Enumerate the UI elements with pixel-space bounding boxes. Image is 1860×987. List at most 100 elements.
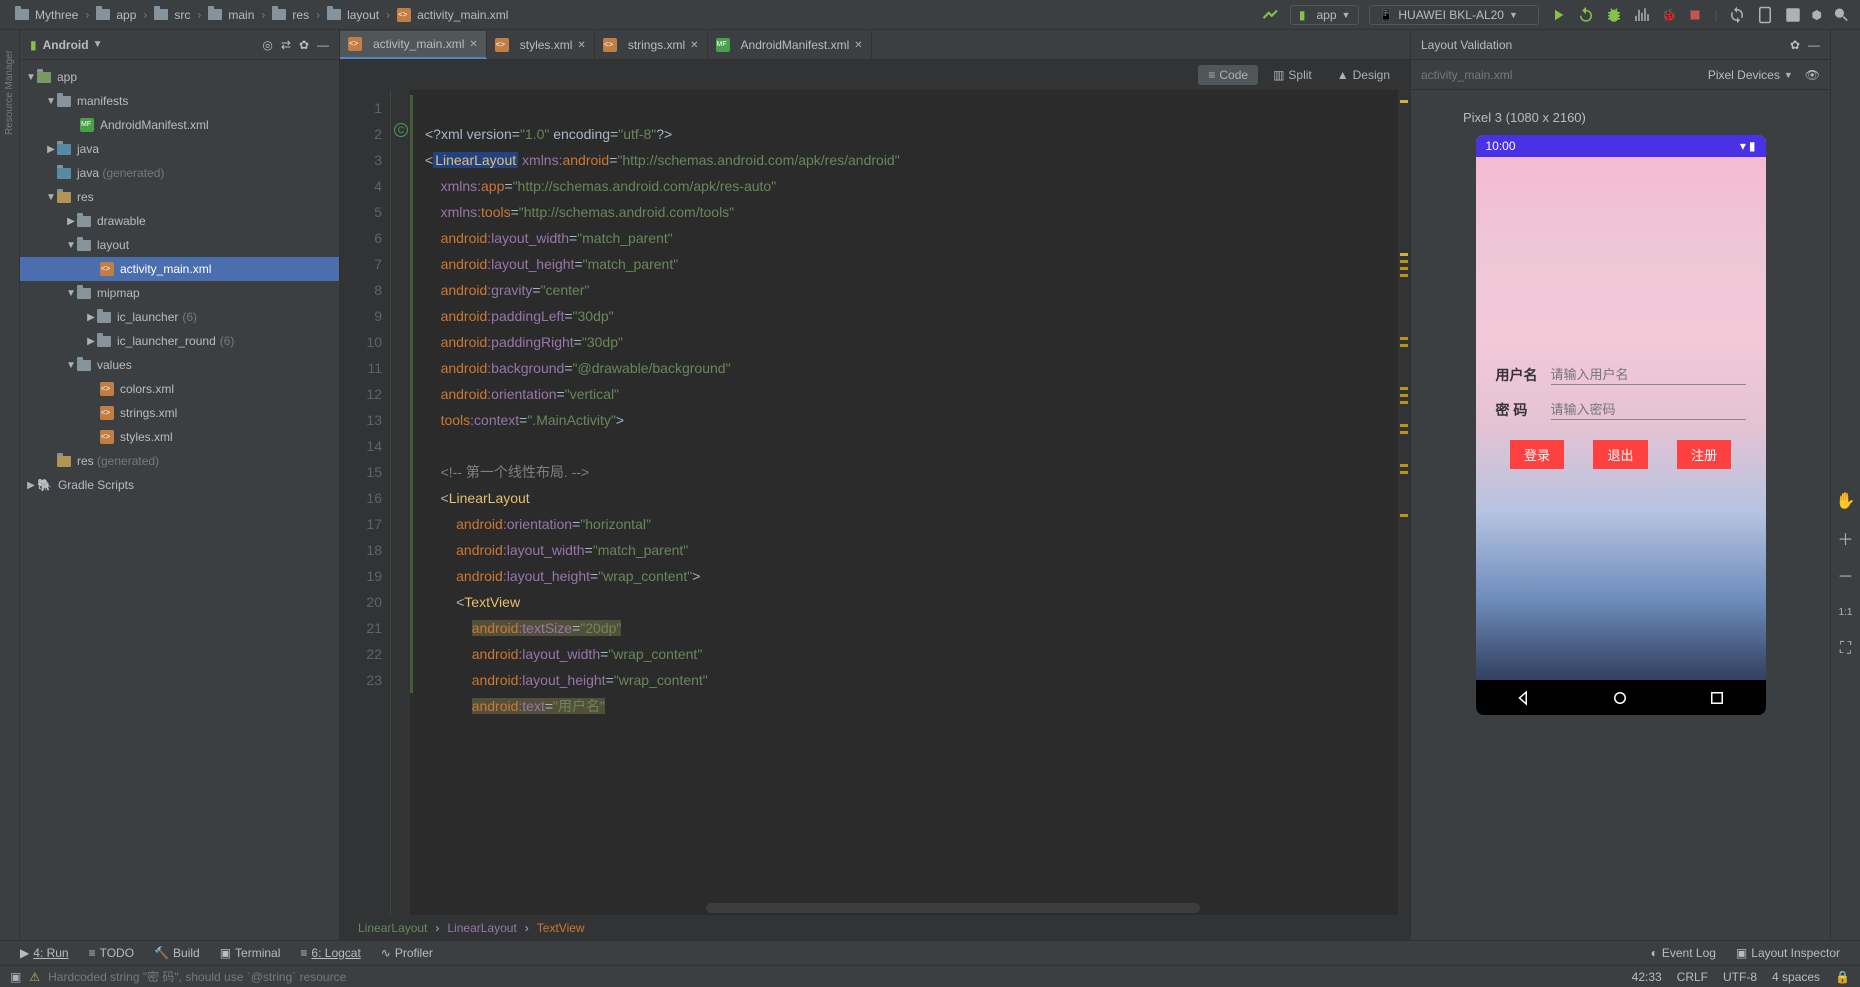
apply-changes-icon[interactable]: [1577, 6, 1595, 24]
password-input[interactable]: [1551, 400, 1746, 420]
chevron-down-icon[interactable]: ▼: [93, 39, 103, 50]
bc-linearlayout-2[interactable]: LinearLayout: [439, 921, 524, 935]
zoom-fit-icon[interactable]: 1:1: [1835, 601, 1857, 623]
build-tab[interactable]: 🔨 Build: [144, 946, 210, 960]
code-content[interactable]: <?xml version="1.0" encoding="utf-8"?> <…: [410, 90, 1398, 915]
tree-styles[interactable]: styles.xml: [20, 425, 339, 449]
crumb-res[interactable]: res: [267, 8, 314, 22]
line-gutter: 1234567891011121314151617181920212223: [340, 90, 390, 915]
code-view-button[interactable]: ≡ Code: [1198, 65, 1258, 85]
back-icon[interactable]: [1515, 689, 1533, 707]
crumb-layout[interactable]: layout: [322, 8, 384, 22]
tree-res-generated[interactable]: res (generated): [20, 449, 339, 473]
tree-java-generated[interactable]: java (generated): [20, 161, 339, 185]
event-log-tab[interactable]: ◐ Event Log: [1641, 946, 1726, 960]
crumb-src[interactable]: src: [149, 8, 195, 22]
file-encoding[interactable]: UTF-8: [1723, 970, 1757, 984]
sdk-icon[interactable]: [1784, 6, 1802, 24]
split-view-button[interactable]: ▥ Split: [1263, 65, 1322, 85]
error-stripe[interactable]: [1398, 90, 1410, 915]
run-tab[interactable]: ▶ 4: Run: [10, 946, 79, 960]
right-panel-title: Layout Validation: [1421, 38, 1512, 52]
zoom-in-icon[interactable]: ＋: [1835, 527, 1857, 549]
crumb-project[interactable]: Mythree: [10, 8, 83, 22]
home-icon[interactable]: [1611, 689, 1629, 707]
tree-values[interactable]: ▼values: [20, 353, 339, 377]
eye-icon[interactable]: 👁: [1793, 68, 1820, 82]
profiler-icon[interactable]: [1633, 6, 1651, 24]
tree-gradle[interactable]: ▶🐘Gradle Scripts: [20, 473, 339, 497]
gutter-icons: C: [390, 90, 410, 915]
logcat-tab[interactable]: ≡ 6: Logcat: [290, 946, 370, 960]
tree-mipmap[interactable]: ▼mipmap: [20, 281, 339, 305]
target-icon[interactable]: ◎: [262, 38, 272, 52]
search-icon[interactable]: [1832, 6, 1850, 24]
run-icon[interactable]: [1549, 6, 1567, 24]
layout-inspector-tab[interactable]: ▣ Layout Inspector: [1726, 946, 1850, 960]
terminal-tab[interactable]: ▣ Terminal: [210, 946, 291, 960]
register-button[interactable]: 注册: [1677, 440, 1731, 469]
bc-linearlayout-1[interactable]: LinearLayout: [350, 921, 435, 935]
tree-app[interactable]: ▼app: [20, 65, 339, 89]
tab-activity-main[interactable]: activity_main.xml✕: [340, 31, 487, 59]
zoom-out-icon[interactable]: －: [1835, 564, 1857, 586]
tab-styles[interactable]: styles.xml✕: [487, 31, 595, 59]
avd-icon[interactable]: [1756, 6, 1774, 24]
sync-icon[interactable]: [1728, 6, 1746, 24]
exit-button[interactable]: 退出: [1593, 440, 1647, 469]
cube-icon[interactable]: ⬢: [1812, 8, 1822, 22]
close-icon[interactable]: ✕: [469, 39, 477, 50]
close-icon[interactable]: ✕: [690, 40, 698, 51]
crumb-app[interactable]: app: [91, 8, 141, 22]
tree-ic-launcher-round[interactable]: ▶ic_launcher_round(6): [20, 329, 339, 353]
cursor-position[interactable]: 42:33: [1632, 970, 1662, 984]
tool-window-icon[interactable]: ▣: [10, 970, 21, 984]
gear-icon[interactable]: ✿: [1790, 38, 1800, 52]
tree-colors[interactable]: colors.xml: [20, 377, 339, 401]
login-button[interactable]: 登录: [1510, 440, 1564, 469]
username-input[interactable]: [1551, 365, 1746, 385]
tab-strings[interactable]: strings.xml✕: [595, 31, 708, 59]
class-icon[interactable]: C: [394, 123, 408, 137]
tree-manifests[interactable]: ▼manifests: [20, 89, 339, 113]
close-icon[interactable]: ✕: [577, 40, 585, 51]
close-icon[interactable]: ✕: [854, 40, 862, 51]
hide-icon[interactable]: —: [1808, 38, 1820, 52]
filter-icon[interactable]: ⇄: [281, 38, 291, 52]
crumb-file[interactable]: activity_main.xml: [392, 8, 513, 22]
hide-icon[interactable]: —: [317, 38, 329, 52]
design-view-button[interactable]: ▲ Design: [1327, 65, 1400, 85]
run-config-selector[interactable]: ▮app▼: [1290, 5, 1360, 25]
tree-java[interactable]: ▶java: [20, 137, 339, 161]
fullscreen-icon[interactable]: ⛶: [1835, 638, 1857, 660]
tree-layout[interactable]: ▼layout: [20, 233, 339, 257]
crumb-main[interactable]: main: [203, 8, 259, 22]
hammer-icon[interactable]: [1262, 6, 1280, 24]
stop-icon[interactable]: [1686, 6, 1704, 24]
attach-debugger-icon[interactable]: 🐞: [1661, 8, 1676, 22]
tree-activity-main[interactable]: activity_main.xml: [20, 257, 339, 281]
tab-manifest[interactable]: AndroidManifest.xml✕: [708, 31, 872, 59]
profiler-tab[interactable]: ∿ Profiler: [371, 946, 443, 960]
tree-manifest-file[interactable]: AndroidManifest.xml: [20, 113, 339, 137]
code-editor[interactable]: 1234567891011121314151617181920212223 C …: [340, 90, 1410, 915]
overview-icon[interactable]: [1708, 689, 1726, 707]
project-tree: ▼app ▼manifests AndroidManifest.xml ▶jav…: [20, 60, 339, 940]
pan-icon[interactable]: ✋: [1835, 490, 1857, 512]
device-filter-dropdown[interactable]: Pixel Devices▼: [1708, 68, 1793, 82]
tree-res[interactable]: ▼res: [20, 185, 339, 209]
resource-manager-tab[interactable]: Resource Manager: [4, 50, 15, 135]
tree-strings[interactable]: strings.xml: [20, 401, 339, 425]
gear-icon[interactable]: ✿: [299, 38, 309, 52]
lock-icon[interactable]: 🔒: [1835, 970, 1850, 984]
tree-ic-launcher[interactable]: ▶ic_launcher(6): [20, 305, 339, 329]
indent-info[interactable]: 4 spaces: [1772, 970, 1820, 984]
project-view-title[interactable]: Android: [43, 38, 89, 52]
debug-icon[interactable]: [1605, 6, 1623, 24]
device-selector[interactable]: 📱HUAWEI BKL-AL20▼: [1369, 5, 1539, 25]
tree-drawable[interactable]: ▶drawable: [20, 209, 339, 233]
bc-textview[interactable]: TextView: [529, 921, 593, 935]
todo-tab[interactable]: ≡ TODO: [79, 946, 144, 960]
line-separator[interactable]: CRLF: [1677, 970, 1708, 984]
horizontal-scrollbar[interactable]: [706, 903, 1200, 913]
